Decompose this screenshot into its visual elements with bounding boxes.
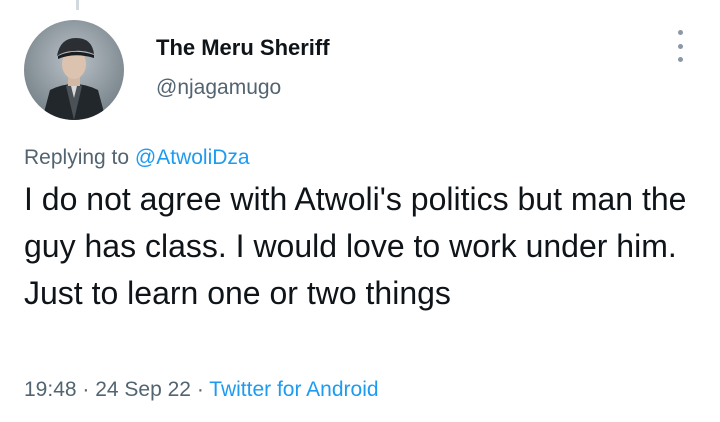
tweet-date[interactable]: 24 Sep 22 <box>95 378 191 401</box>
tweet-meta: 19:48 · 24 Sep 22 · Twitter for Android <box>24 376 379 404</box>
avatar[interactable] <box>24 20 124 120</box>
dot <box>677 30 683 35</box>
reply-target-link[interactable]: @AtwoliDza <box>135 146 250 169</box>
replying-to-label: Replying to <box>24 146 130 169</box>
user-handle[interactable]: @njagamugo <box>156 75 330 101</box>
separator: · <box>76 378 96 401</box>
thread-connector-line <box>76 0 79 10</box>
author-block: The Meru Sheriff @njagamugo <box>156 34 330 101</box>
separator: · <box>191 378 210 401</box>
tweet-card: The Meru Sheriff @njagamugo Replying to … <box>0 0 720 422</box>
more-options-icon[interactable] <box>670 30 690 62</box>
display-name[interactable]: The Meru Sheriff <box>156 34 330 62</box>
dot <box>677 57 683 62</box>
replying-to-line: Replying to @AtwoliDza <box>24 144 250 172</box>
dot <box>677 43 683 49</box>
profile-photo-icon <box>24 20 124 120</box>
tweet-text: I do not agree with Atwoli's politics bu… <box>24 181 687 311</box>
tweet-time[interactable]: 19:48 <box>24 378 77 401</box>
tweet-source-link[interactable]: Twitter for Android <box>209 378 378 401</box>
